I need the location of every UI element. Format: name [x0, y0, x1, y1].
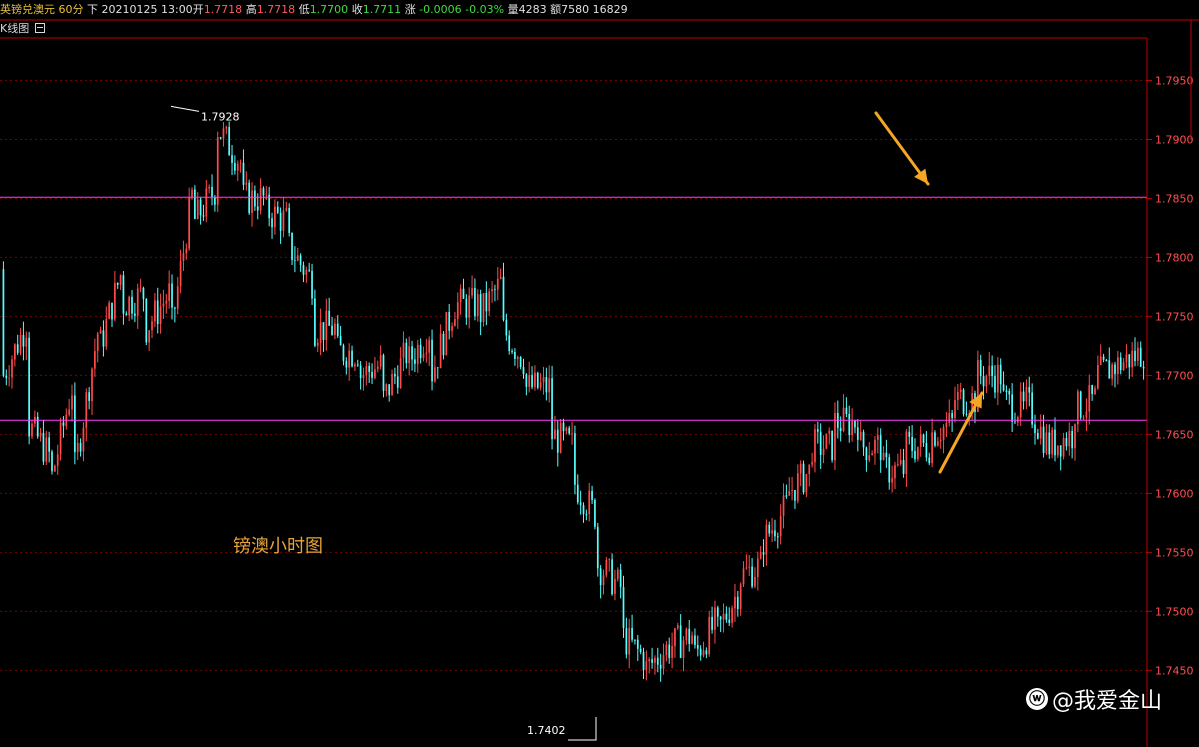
- tick-label: 1.7450: [1155, 664, 1194, 677]
- price-axis: 1.7950 1.7900 1.7850 1.7800 1.7750 1.7700 1.76…: [1146, 20, 1194, 747]
- tick-label: 1.7650: [1155, 428, 1194, 441]
- arrows: [874, 111, 984, 474]
- chart-annotation: 镑澳小时图: [233, 536, 323, 557]
- arrow-head: [914, 168, 928, 184]
- tick-label: 1.7950: [1155, 74, 1194, 87]
- tick-label: 1.7800: [1155, 251, 1194, 264]
- grid: [0, 19, 1199, 671]
- low-label: 1.7402: [527, 724, 566, 737]
- tick-label: 1.7900: [1155, 133, 1194, 146]
- tick-label: 1.7700: [1155, 369, 1194, 382]
- watermark: ⓦ @我爱金山: [1026, 683, 1162, 715]
- arrow-down: [874, 111, 930, 186]
- tick-label: 1.7550: [1155, 546, 1194, 559]
- tick-label: 1.7600: [1155, 487, 1194, 500]
- kline-chart[interactable]: 1.7950 1.7900 1.7850 1.7800 1.7750 1.7700 1.76…: [0, 0, 1199, 747]
- extreme-marks: 1.7928 1.7402: [170, 105, 597, 741]
- tick-label: 1.7750: [1155, 310, 1194, 323]
- watermark-text: @我爱金山: [1052, 689, 1163, 714]
- high-marker-line: [170, 105, 200, 112]
- high-label: 1.7928: [201, 110, 240, 123]
- tick-label: 1.7850: [1155, 192, 1194, 205]
- low-marker-line: [568, 716, 597, 741]
- tick-label: 1.7500: [1155, 605, 1194, 618]
- weibo-icon: ⓦ: [1026, 688, 1048, 710]
